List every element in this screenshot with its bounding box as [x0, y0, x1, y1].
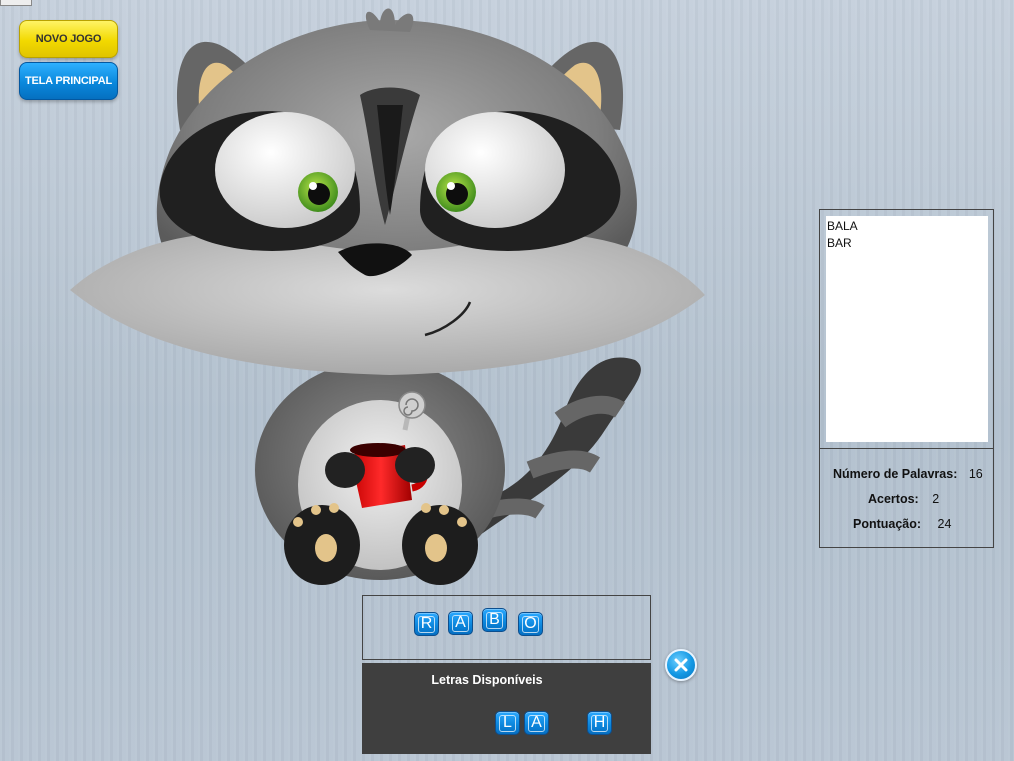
- word-count-label: Número de Palavras:: [833, 467, 958, 481]
- hits-value: 2: [932, 492, 940, 506]
- window-tab: [0, 0, 32, 6]
- word-letter-tile[interactable]: O: [518, 612, 543, 636]
- available-letter-tile[interactable]: L: [495, 711, 520, 735]
- score-value: 24: [937, 517, 952, 531]
- word-count-stat: Número de Palavras: 16: [833, 467, 983, 481]
- available-letter-tile[interactable]: H: [587, 711, 612, 735]
- divider: [820, 448, 994, 449]
- close-icon: [674, 658, 688, 672]
- list-item: BALA: [827, 219, 858, 233]
- raccoon-mascot: [70, 8, 705, 585]
- clear-word-button[interactable]: [665, 649, 697, 681]
- score-stat: Pontuação: 24: [853, 517, 951, 531]
- list-item: BAR: [827, 236, 852, 250]
- word-letter-tile[interactable]: A: [448, 611, 473, 635]
- word-letter-tile[interactable]: B: [482, 608, 507, 632]
- word-count-value: 16: [968, 467, 983, 481]
- hits-label: Acertos:: [868, 492, 919, 506]
- word-letter-tile[interactable]: R: [414, 612, 439, 636]
- available-letters-title: Letras Disponíveis: [431, 673, 543, 687]
- available-letter-tile[interactable]: A: [524, 711, 549, 735]
- hits-stat: Acertos: 2: [868, 492, 939, 506]
- found-words-list: BALA BAR: [826, 216, 988, 442]
- score-label: Pontuação:: [853, 517, 922, 531]
